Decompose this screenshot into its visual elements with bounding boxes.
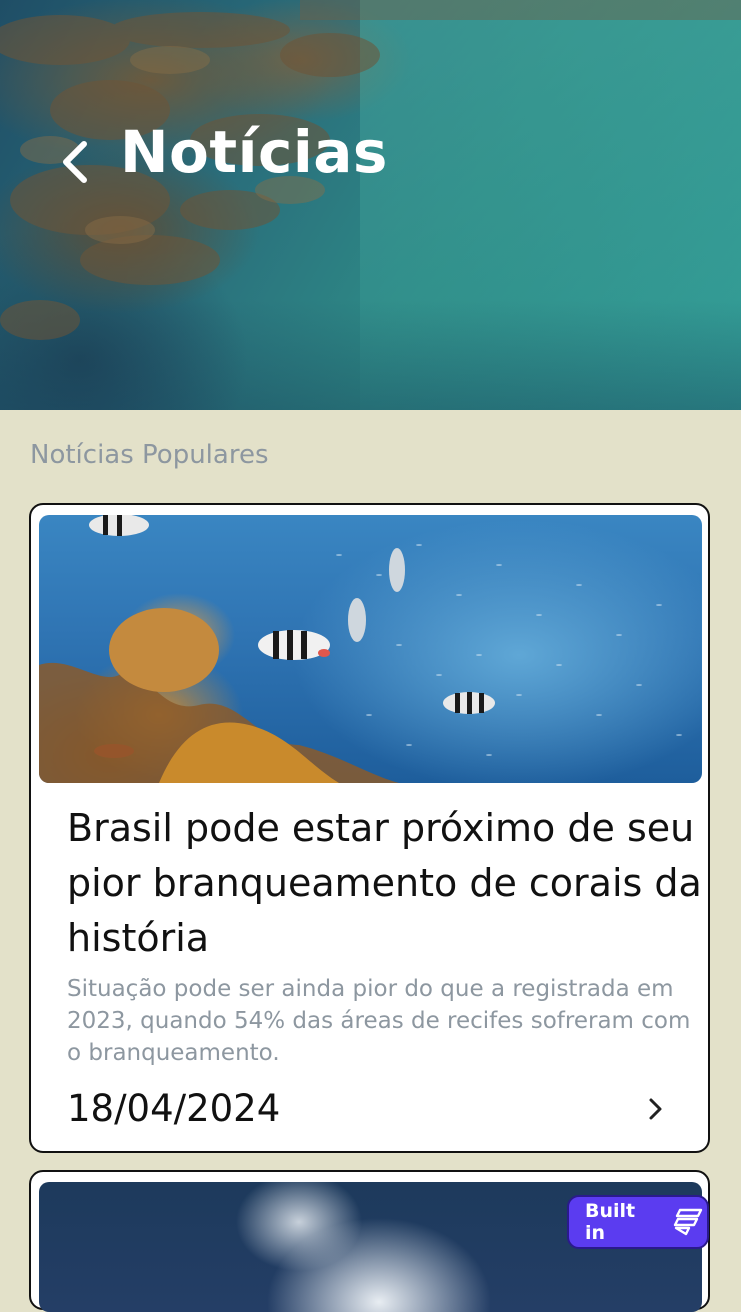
news-image (39, 515, 702, 783)
back-button[interactable] (54, 134, 104, 190)
section-label: Notícias Populares (30, 440, 269, 470)
fish-scene (39, 515, 682, 783)
news-date: 18/04/2024 (67, 1087, 281, 1130)
built-in-badge[interactable]: Built in (567, 1195, 709, 1249)
chevron-right-icon[interactable] (641, 1095, 669, 1123)
built-in-label: Built in (585, 1200, 636, 1244)
news-title: Brasil pode estar próximo de seu pior br… (67, 806, 702, 960)
chevron-left-icon (54, 134, 104, 190)
reef-texture (0, 0, 741, 340)
news-description: Situação pode ser ainda pior do que a re… (67, 976, 691, 1066)
header-hero-image: Notícias (0, 0, 741, 410)
news-card[interactable]: Brasil pode estar próximo de seu pior br… (29, 503, 710, 1153)
page-title: Notícias (120, 118, 388, 186)
builder-logo-icon (671, 1204, 707, 1240)
